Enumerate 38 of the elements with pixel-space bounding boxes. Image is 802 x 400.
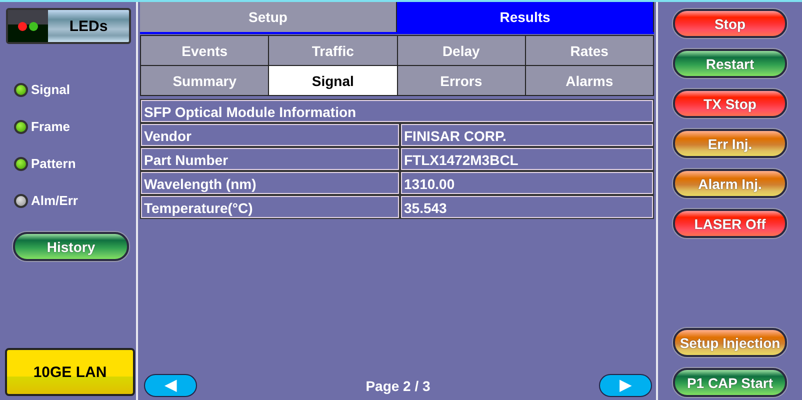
action-button[interactable]: Restart <box>673 49 787 78</box>
table-cell: Temperature(°C) <box>141 196 399 218</box>
previous-page-button[interactable]: ◀ <box>144 374 197 397</box>
sub-tab[interactable]: Delay <box>398 36 525 65</box>
page-indicator: Page 2 / 3 <box>366 378 430 394</box>
table-cell: FINISAR CORP. <box>401 124 653 146</box>
mode-button[interactable]: 10GE LAN <box>5 348 135 396</box>
leds-button[interactable]: LEDs <box>6 8 131 44</box>
led-label: Signal <box>31 82 70 97</box>
table-cell: Wavelength (nm) <box>141 172 399 194</box>
sub-tab[interactable]: Events <box>141 36 268 65</box>
history-button[interactable]: History <box>13 232 129 261</box>
sub-tab[interactable]: Summary <box>141 66 268 95</box>
next-page-button[interactable]: ▶ <box>599 374 652 397</box>
action-button[interactable]: Alarm Inj. <box>673 169 787 198</box>
action-button[interactable]: P1 CAP Start <box>673 368 787 397</box>
table-cell: Part Number <box>141 148 399 170</box>
sub-tab[interactable]: Errors <box>398 66 525 95</box>
sub-tab[interactable]: Signal <box>269 66 396 95</box>
sub-tab[interactable]: Alarms <box>526 66 653 95</box>
sub-tab[interactable]: Traffic <box>269 36 396 65</box>
table-cell: 1310.00 <box>401 172 653 194</box>
action-button[interactable]: Setup Injection <box>673 328 787 357</box>
led-label: Frame <box>31 119 70 134</box>
action-button[interactable]: LASER Off <box>673 209 787 238</box>
led-label: Pattern <box>31 156 76 171</box>
indicator-lights-icon <box>8 10 48 42</box>
sub-tab[interactable]: Rates <box>526 36 653 65</box>
table-title: SFP Optical Module Information <box>141 100 653 122</box>
table-cell: Vendor <box>141 124 399 146</box>
table-cell: 35.543 <box>401 196 653 218</box>
led-label: Alm/Err <box>31 193 78 208</box>
action-button[interactable]: Stop <box>673 9 787 38</box>
action-button[interactable]: TX Stop <box>673 89 787 118</box>
table-cell: FTLX1472M3BCL <box>401 148 653 170</box>
action-button[interactable]: Err Inj. <box>673 129 787 158</box>
tab[interactable]: Setup <box>140 2 397 32</box>
tab[interactable]: Results <box>397 2 654 32</box>
